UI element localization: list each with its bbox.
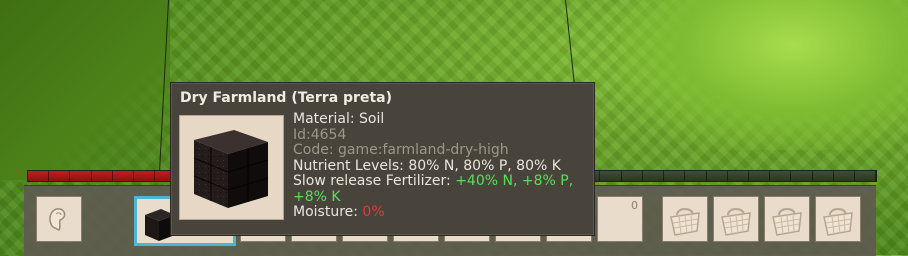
nutrient-line: Nutrient Levels: 80% N, 80% P, 80% K (293, 157, 561, 174)
health-segment (685, 171, 707, 181)
hotbar-slot[interactable]: 0 (597, 196, 643, 242)
hotbar-slot[interactable] (815, 196, 861, 242)
health-segment (91, 171, 113, 181)
basket-icon (823, 208, 853, 236)
basket-icon (670, 208, 700, 236)
health-segment (621, 171, 643, 181)
health-segment (770, 171, 792, 181)
basket-icon (772, 208, 802, 236)
fertilizer-line: Slow release Fertilizer: +40% N, +8% P, (293, 173, 574, 190)
health-segment (727, 171, 749, 181)
fertilizer-value: +40% N, +8% P, (455, 173, 574, 189)
fertilizer-label: Slow release Fertilizer: (293, 173, 456, 189)
farmland-block-icon (193, 130, 269, 208)
moisture-label: Moisture: (293, 204, 363, 220)
health-segment (664, 171, 686, 181)
basket-icon (721, 208, 751, 236)
block-edge-line (565, 0, 576, 90)
hotbar-slot[interactable] (662, 196, 708, 242)
material-value: Soil (359, 111, 385, 127)
material-line: Material: Soil (293, 111, 573, 128)
hotbar-slot[interactable] (713, 196, 759, 242)
tooltip-item-preview (179, 115, 284, 220)
health-segment (812, 171, 834, 181)
health-segment (49, 171, 71, 181)
health-segment (642, 171, 665, 181)
health-segment (600, 171, 622, 181)
hide-icon (49, 208, 66, 231)
health-segment (854, 171, 877, 181)
tooltip-title: Dry Farmland (Terra preta) (180, 90, 392, 106)
grass-shadow (0, 0, 170, 180)
health-segment (706, 171, 728, 181)
health-segment (791, 171, 813, 181)
hotbar-slot[interactable] (764, 196, 810, 242)
moisture-value: 0% (362, 204, 385, 220)
hotbar-slot[interactable] (36, 196, 82, 242)
id-line: Id:4654 (293, 126, 347, 143)
fertilizer-value-cont: +8% K (293, 188, 341, 205)
health-segment (748, 171, 771, 181)
item-tooltip: Dry Farmland (Terra preta) Material: Soi… (170, 82, 595, 236)
slot-count: 0 (631, 199, 638, 212)
moisture-line: Moisture: 0% (293, 204, 573, 221)
grass-highlight (620, 0, 908, 150)
health-segment (134, 171, 156, 181)
health-segment (833, 171, 855, 181)
health-segment (70, 171, 92, 181)
tooltip-info: Material: Soil Id:4654 Code: game:farmla… (293, 111, 574, 221)
health-segment (112, 171, 135, 181)
health-segment (28, 171, 50, 181)
material-label: Material: (293, 111, 360, 127)
code-line: Code: game:farmland-dry-high (293, 142, 509, 158)
